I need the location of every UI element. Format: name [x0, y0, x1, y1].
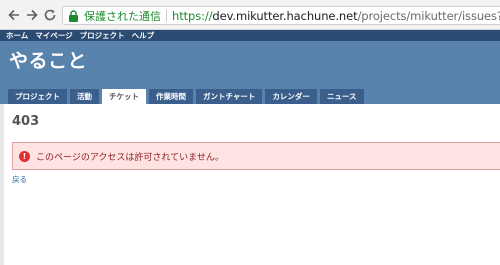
top-menu-help[interactable]: ヘルプ — [132, 30, 155, 41]
main-content: 403 ! このページのアクセスは許可されていません。 戻る — [0, 104, 500, 265]
tab-issues[interactable]: チケット — [102, 89, 146, 104]
back-button[interactable] — [4, 5, 24, 25]
top-menu-projects[interactable]: プロジェクト — [80, 30, 125, 41]
url-host: dev.mikutter.hachune.net — [212, 8, 358, 23]
url-text: https://dev.mikutter.hachune.net/project… — [172, 9, 500, 23]
arrow-right-icon — [27, 9, 38, 21]
top-menu-home[interactable]: ホーム — [6, 30, 28, 41]
url-scheme: https:// — [172, 8, 213, 23]
forward-button[interactable] — [22, 5, 42, 25]
top-menu-my-page[interactable]: マイページ — [35, 30, 72, 41]
address-bar[interactable]: 保護された通信 https://dev.mikutter.hachune.net… — [62, 6, 500, 25]
reload-button[interactable] — [40, 5, 60, 25]
main-menu-tabs: プロジェクト 活動 チケット 作業時間 ガントチャート カレンダー ニュース — [8, 89, 367, 104]
tab-calendar[interactable]: カレンダー — [265, 89, 317, 104]
project-title: やること — [9, 50, 88, 72]
tab-news[interactable]: ニュース — [319, 89, 364, 104]
tab-activity[interactable]: 活動 — [70, 89, 99, 104]
url-path: /projects/mikutter/issues?query_id=23 — [357, 8, 500, 23]
top-menu: ホーム マイページ プロジェクト ヘルプ — [0, 30, 500, 41]
error-message: このページのアクセスは許可されていません。 — [36, 152, 224, 163]
error-icon: ! — [19, 150, 30, 162]
error-flash: ! このページのアクセスは許可されていません。 — [12, 142, 500, 170]
secure-connection-label: 保護された通信 — [84, 9, 161, 23]
arrow-left-icon — [8, 9, 19, 21]
page-title: 403 — [12, 114, 40, 129]
tab-time-entries[interactable]: 作業時間 — [149, 89, 193, 104]
back-link[interactable]: 戻る — [12, 174, 27, 185]
project-header: やること プロジェクト 活動 チケット 作業時間 ガントチャート カレンダー ニ… — [0, 41, 500, 104]
address-divider — [166, 9, 167, 22]
tab-projects[interactable]: プロジェクト — [8, 89, 67, 104]
browser-toolbar: 保護された通信 https://dev.mikutter.hachune.net… — [0, 0, 500, 30]
tab-gantt[interactable]: ガントチャート — [196, 89, 263, 104]
lock-icon — [69, 9, 78, 22]
reload-icon — [44, 9, 56, 21]
